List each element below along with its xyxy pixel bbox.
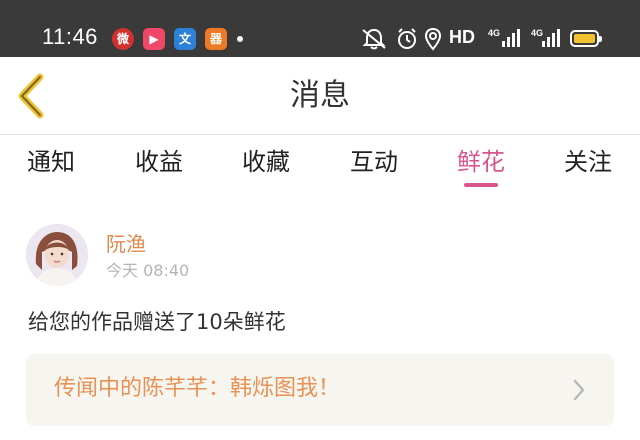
status-bar: 11:46 微 ▶ 文 器 HD 4G 4G <box>0 0 640 57</box>
signal-2-bars-icon <box>542 29 560 47</box>
active-tab-indicator <box>464 183 498 187</box>
hd-label: HD <box>449 27 475 47</box>
work-title: 传闻中的陈芊芊：韩烁图我！ <box>54 376 341 401</box>
tab-flowers[interactable]: 鲜花 <box>441 146 521 178</box>
location-icon <box>424 27 442 51</box>
app-orange-icon: 器 <box>205 28 227 50</box>
nav-bar: 消息 <box>0 57 640 135</box>
message-timestamp: 今天 08:40 <box>106 261 190 280</box>
alarm-icon <box>398 28 416 49</box>
tab-earnings[interactable]: 收益 <box>119 146 199 178</box>
signal-1-bars-icon <box>502 29 520 47</box>
more-notifications-dot-icon <box>237 36 243 42</box>
status-time: 11:46 <box>42 24 98 49</box>
weibo-style-icon: 微 <box>112 28 134 50</box>
tab-notifications[interactable]: 通知 <box>11 146 91 178</box>
sender-name[interactable]: 阮渔 <box>106 231 146 257</box>
tab-interactions[interactable]: 互动 <box>334 146 414 178</box>
battery-icon <box>570 30 602 47</box>
work-card[interactable]: 传闻中的陈芊芊：韩烁图我！ <box>26 354 614 426</box>
user-avatar-icon <box>26 224 88 286</box>
video-play-icon: ▶ <box>143 28 165 50</box>
mute-bell-icon <box>362 28 386 50</box>
tab-following[interactable]: 关注 <box>548 146 628 178</box>
page-title: 消息 <box>290 78 350 113</box>
chevron-right-icon <box>573 379 585 401</box>
avatar[interactable] <box>26 224 88 286</box>
tab-favorites[interactable]: 收藏 <box>226 146 306 178</box>
translate-icon: 文 <box>174 28 196 50</box>
signal-1-network-label: 4G <box>488 28 501 38</box>
message-text: 给您的作品赠送了10朵鲜花 <box>28 310 286 334</box>
message-tabs: 通知 收益 收藏 互动 鲜花 关注 <box>0 136 640 196</box>
